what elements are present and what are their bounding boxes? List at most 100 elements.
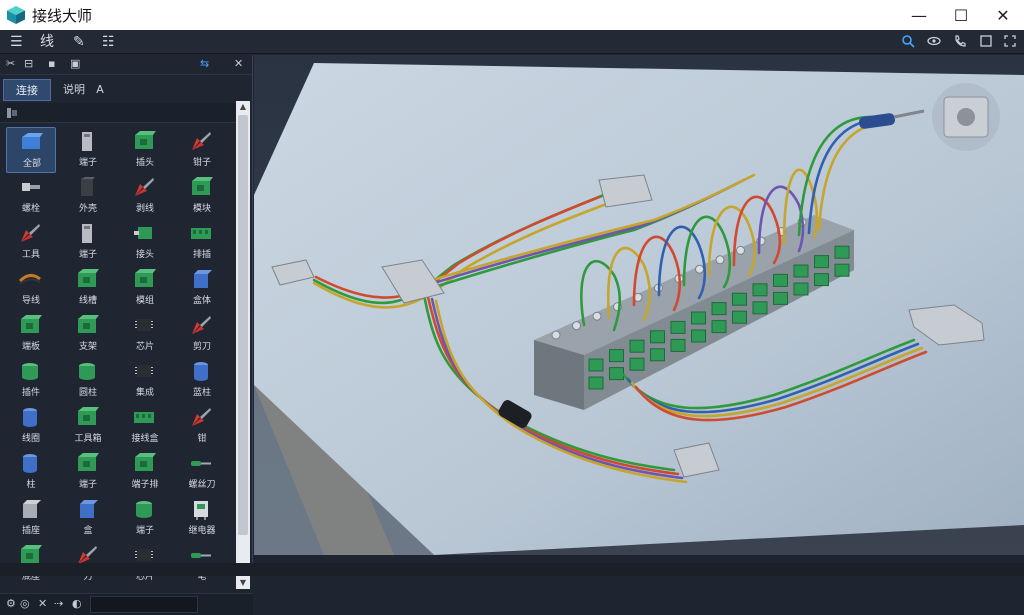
close-button[interactable]: ✕ — [982, 0, 1024, 30]
phone-icon[interactable] — [952, 34, 968, 50]
component-tile[interactable]: 端子 — [63, 219, 113, 265]
cut-icon[interactable]: ✂ — [6, 57, 15, 70]
component-tile[interactable]: 剪刀 — [177, 311, 227, 357]
component-tile[interactable]: 端板 — [6, 311, 56, 357]
component-tile-label: 导线 — [21, 296, 40, 306]
contrast-icon[interactable]: ◐ — [72, 597, 82, 610]
green-block-icon — [78, 407, 99, 425]
scroll-up-icon[interactable]: ▲ — [236, 101, 250, 113]
panel-scrollbar[interactable]: ▲ ▼ — [236, 101, 250, 589]
layout-icon[interactable]: ⊟ — [24, 57, 33, 70]
menu-edit-icon[interactable]: ✎ — [73, 33, 85, 51]
component-tile[interactable]: 线圈 — [6, 403, 56, 449]
green-block-icon — [78, 269, 99, 287]
component-tile-label: 线槽 — [78, 296, 97, 306]
remove-icon[interactable]: ✕ — [38, 597, 47, 610]
component-tile[interactable]: 芯片 — [120, 311, 170, 357]
component-tile[interactable]: 插头 — [120, 127, 170, 173]
component-tile[interactable]: 插座 — [6, 495, 56, 541]
tab-text[interactable]: A — [92, 79, 108, 101]
component-tile[interactable]: 螺栓 — [6, 173, 56, 219]
gray-terminal-icon — [82, 224, 92, 243]
component-tile-label: 插件 — [21, 388, 40, 398]
component-tile[interactable]: 外壳 — [63, 173, 113, 219]
component-tile[interactable]: 端子 — [120, 495, 170, 541]
component-tile[interactable]: 端子排 — [120, 449, 170, 495]
chip-icon — [135, 365, 153, 377]
component-tile-label: 全部 — [22, 159, 41, 169]
component-tile[interactable]: 模组 — [120, 265, 170, 311]
eye-icon[interactable] — [926, 34, 942, 50]
blue-block-icon — [22, 133, 43, 149]
component-tile[interactable]: 支架 — [63, 311, 113, 357]
component-tile-label: 钳子 — [192, 158, 211, 168]
tab-connect[interactable]: 连接 — [3, 79, 51, 101]
scroll-down-icon[interactable]: ▼ — [236, 577, 250, 589]
gray-terminal-icon — [82, 132, 92, 151]
close-panel-icon[interactable]: ✕ — [234, 57, 243, 70]
component-tile[interactable]: 接线盒 — [120, 403, 170, 449]
swap-icon[interactable]: ⇆ — [200, 57, 209, 70]
wiring-scene[interactable] — [254, 55, 1024, 555]
component-tile[interactable]: 线槽 — [63, 265, 113, 311]
3d-viewport[interactable] — [254, 55, 1024, 555]
component-tile[interactable]: 蓝柱 — [177, 357, 227, 403]
pliers-icon — [192, 132, 211, 150]
green-cylinder-icon — [22, 363, 38, 380]
minimize-button[interactable]: — — [898, 0, 940, 30]
frame-icon[interactable] — [978, 34, 994, 50]
menu-list-icon[interactable]: ☷ — [102, 33, 115, 51]
settings-icon[interactable]: ⚙ — [6, 597, 16, 610]
hamburger-menu-icon[interactable]: ☰ — [10, 33, 23, 51]
component-tile[interactable]: 工具箱 — [63, 403, 113, 449]
component-tile[interactable]: 排插 — [177, 219, 227, 265]
panel-subtoolbar — [0, 103, 236, 123]
component-tile-label: 模组 — [135, 296, 154, 306]
component-tile[interactable]: 盒体 — [177, 265, 227, 311]
scroll-thumb[interactable] — [238, 115, 248, 535]
tab-notes[interactable]: 说明 — [56, 79, 92, 101]
green-block-icon — [192, 177, 213, 195]
green-block-icon — [135, 453, 156, 471]
green-cylinder-icon — [79, 363, 95, 380]
view-cube-icon[interactable] — [932, 83, 1000, 151]
component-tile[interactable]: 继电器 — [177, 495, 227, 541]
bolt-icon — [22, 183, 40, 191]
component-tile[interactable]: 导线 — [6, 265, 56, 311]
component-tile-label: 工具 — [21, 250, 40, 260]
blue-cylinder-icon — [23, 454, 37, 473]
target-icon[interactable]: ◎ — [20, 597, 30, 610]
component-tile[interactable]: 钳子 — [177, 127, 227, 173]
component-tile-label: 插座 — [21, 526, 40, 536]
filter-icon[interactable] — [6, 107, 18, 119]
menu-wire[interactable]: 线 — [40, 33, 54, 51]
panel-icon[interactable]: ▣ — [70, 57, 80, 70]
route-icon[interactable]: ⇢ — [54, 597, 63, 610]
component-tile-label: 排插 — [192, 250, 211, 260]
component-tile[interactable]: 端子 — [63, 127, 113, 173]
component-tile[interactable]: 端子 — [63, 449, 113, 495]
fullscreen-icon[interactable] — [1002, 34, 1018, 50]
component-tile[interactable]: 工具 — [6, 219, 56, 265]
component-tile[interactable]: 螺丝刀 — [177, 449, 227, 495]
component-tile[interactable]: 插件 — [6, 357, 56, 403]
component-tile-label: 端子 — [78, 480, 97, 490]
green-strip-icon — [191, 228, 211, 239]
component-tile[interactable]: 集成 — [120, 357, 170, 403]
component-tile[interactable]: 接头 — [120, 219, 170, 265]
block-icon[interactable]: ▪ — [48, 57, 55, 70]
component-tile-label: 继电器 — [188, 526, 216, 536]
component-tile[interactable]: 钳 — [177, 403, 227, 449]
component-tile[interactable]: 剥线 — [120, 173, 170, 219]
search-icon[interactable] — [900, 34, 916, 50]
component-tile[interactable]: 圆柱 — [63, 357, 113, 403]
component-tile[interactable]: 盒 — [63, 495, 113, 541]
maximize-button[interactable]: ☐ — [940, 0, 982, 30]
component-tile-label: 剪刀 — [192, 342, 211, 352]
component-tile[interactable]: 全部 — [6, 127, 56, 173]
component-tile[interactable]: 柱 — [6, 449, 56, 495]
component-tile[interactable]: 模块 — [177, 173, 227, 219]
component-tile-label: 线圈 — [21, 434, 40, 444]
panel-filter-field[interactable] — [90, 596, 198, 613]
component-tile-label: 剥线 — [135, 204, 154, 214]
